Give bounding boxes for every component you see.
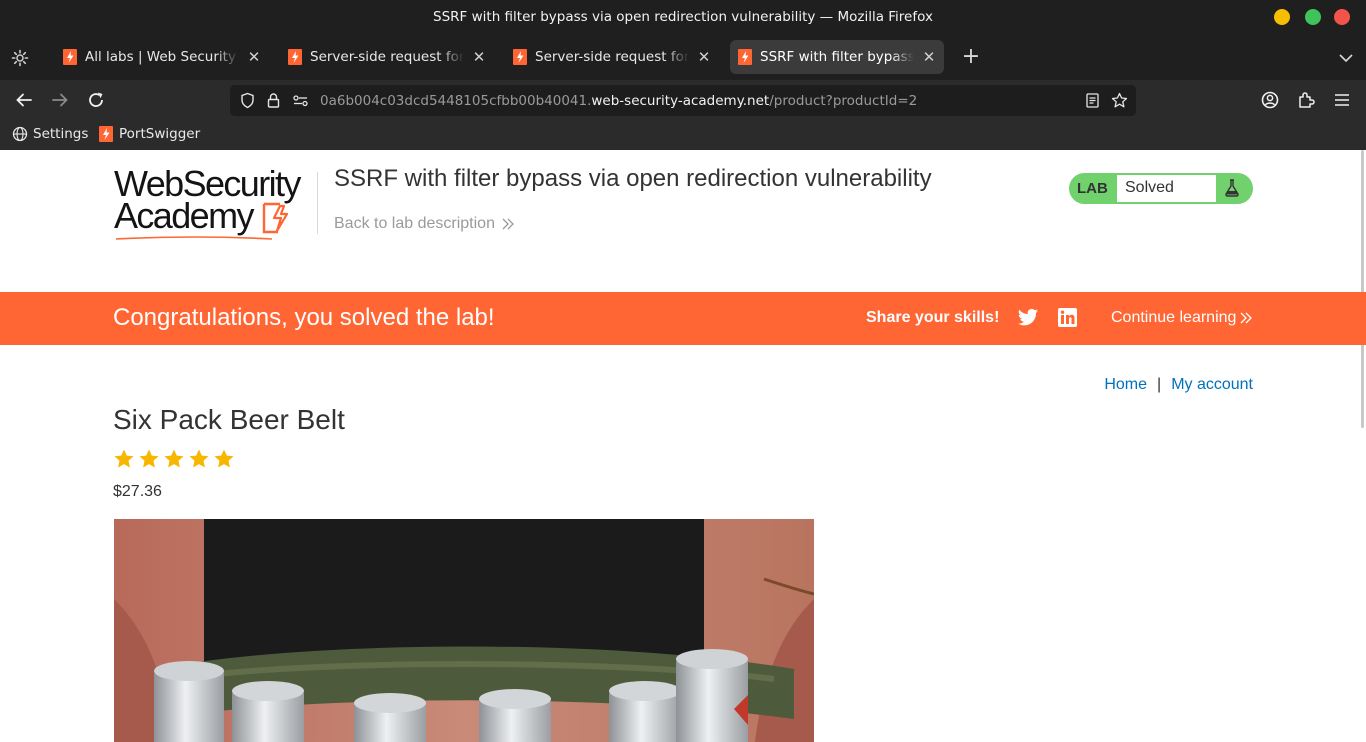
bookmark-portswigger[interactable]: PortSwigger — [98, 126, 200, 142]
nav-separator: | — [1157, 376, 1162, 393]
double-chevron-right-icon — [1240, 312, 1253, 324]
permissions-icon[interactable] — [292, 92, 309, 109]
close-icon[interactable]: ✕ — [247, 48, 261, 66]
account-icon[interactable] — [1260, 90, 1280, 110]
lab-status-text: Solved — [1117, 175, 1216, 202]
menu-icon[interactable] — [1332, 90, 1352, 110]
linkedin-icon[interactable] — [1058, 308, 1077, 327]
window-titlebar: SSRF with filter bypass via open redirec… — [0, 0, 1366, 34]
header-divider — [317, 172, 318, 234]
url-path: /product?productId=2 — [769, 93, 918, 109]
congratulations-message: Congratulations, you solved the lab! — [113, 304, 495, 331]
lock-icon[interactable] — [265, 92, 282, 109]
tab-ssrf-2[interactable]: Server-side request forgery (SSRF) ✕ — [505, 40, 719, 74]
forward-arrow-icon[interactable] — [50, 90, 70, 110]
account-nav: Home | My account — [1104, 376, 1253, 394]
web-page: WebSecurity Academy SSRF with filter byp… — [0, 150, 1366, 742]
twitter-icon[interactable] — [1017, 308, 1039, 328]
lab-title: SSRF with filter bypass via open redirec… — [334, 165, 932, 192]
bookmark-star-icon[interactable] — [1111, 92, 1128, 109]
continue-learning-link[interactable]: Continue learning — [1111, 309, 1253, 327]
star-icon — [214, 449, 234, 468]
share-label: Share your skills! — [866, 309, 1000, 326]
back-link-label: Back to lab description — [334, 215, 495, 232]
star-icon — [139, 449, 159, 468]
product-price: $27.36 — [113, 483, 162, 500]
url-host: web-security-academy.net — [591, 93, 770, 109]
logo-underline — [115, 236, 273, 240]
globe-icon — [12, 126, 28, 142]
gear-icon[interactable] — [10, 48, 30, 68]
tab-all-labs[interactable]: All labs | Web Security Academy ✕ — [55, 40, 269, 74]
back-arrow-icon[interactable] — [14, 90, 34, 110]
tab-bar: All labs | Web Security Academy ✕ Server… — [0, 34, 1366, 80]
reader-view-icon[interactable] — [1084, 92, 1101, 109]
portswigger-icon — [63, 49, 77, 65]
close-window-button[interactable] — [1334, 9, 1350, 25]
bookmarks-toolbar: Settings PortSwigger — [0, 120, 1366, 150]
close-icon[interactable]: ✕ — [472, 48, 486, 66]
product-image — [114, 519, 814, 742]
product-rating — [113, 448, 235, 470]
url-text[interactable]: 0a6b004c03dcd5448105cfbb00b40041.web-sec… — [320, 93, 917, 109]
tab-active-lab[interactable]: SSRF with filter bypass via open redirec… — [730, 40, 944, 74]
lab-status-badge: LAB Solved — [1069, 173, 1253, 204]
url-prefix: 0a6b004c03dcd5448105cfbb00b40041. — [320, 93, 592, 109]
tab-label: Server-side request forgery (SSRF) — [535, 49, 689, 65]
solved-banner: Congratulations, you solved the lab! Sha… — [0, 292, 1366, 345]
portswigger-icon — [288, 49, 302, 65]
bookmark-settings[interactable]: Settings — [12, 126, 88, 142]
product-title: Six Pack Beer Belt — [113, 404, 345, 435]
new-tab-button[interactable]: + — [960, 46, 982, 69]
maximize-button[interactable] — [1305, 9, 1321, 25]
back-to-lab-link[interactable]: Back to lab description — [334, 215, 515, 233]
my-account-link[interactable]: My account — [1171, 376, 1253, 394]
logo-bolt-icon — [262, 202, 289, 234]
navigation-toolbar: 0a6b004c03dcd5448105cfbb00b40041.web-sec… — [0, 80, 1366, 120]
home-link[interactable]: Home — [1104, 376, 1147, 394]
lab-badge-label: LAB — [1077, 180, 1108, 197]
close-icon[interactable]: ✕ — [697, 48, 711, 66]
tab-label: Server-side request forgery (SSRF) — [310, 49, 464, 65]
tab-label: SSRF with filter bypass via open redirec… — [760, 49, 914, 65]
double-chevron-right-icon — [502, 218, 514, 230]
close-icon[interactable]: ✕ — [922, 48, 936, 66]
bookmark-label: PortSwigger — [119, 126, 201, 142]
bookmark-label: Settings — [33, 126, 89, 142]
extensions-icon[interactable] — [1296, 90, 1316, 110]
star-icon — [189, 449, 209, 468]
portswigger-icon — [99, 126, 113, 142]
chevron-down-icon[interactable] — [1336, 48, 1356, 68]
star-icon — [164, 449, 184, 468]
web-security-academy-logo[interactable]: WebSecurity Academy — [114, 166, 314, 243]
shield-icon[interactable] — [239, 92, 256, 109]
portswigger-icon — [738, 49, 752, 65]
continue-learning-label: Continue learning — [1111, 309, 1237, 326]
star-icon — [114, 449, 134, 468]
window-title: SSRF with filter bypass via open redirec… — [433, 9, 933, 25]
flask-icon — [1225, 179, 1239, 197]
tab-label: All labs | Web Security Academy — [85, 49, 239, 65]
reload-icon[interactable] — [86, 90, 106, 110]
minimize-button[interactable] — [1274, 9, 1290, 25]
tab-ssrf-1[interactable]: Server-side request forgery (SSRF) ✕ — [280, 40, 494, 74]
address-bar[interactable]: 0a6b004c03dcd5448105cfbb00b40041.web-sec… — [230, 85, 1136, 116]
page-scrollbar[interactable] — [1361, 150, 1364, 428]
portswigger-icon — [513, 49, 527, 65]
